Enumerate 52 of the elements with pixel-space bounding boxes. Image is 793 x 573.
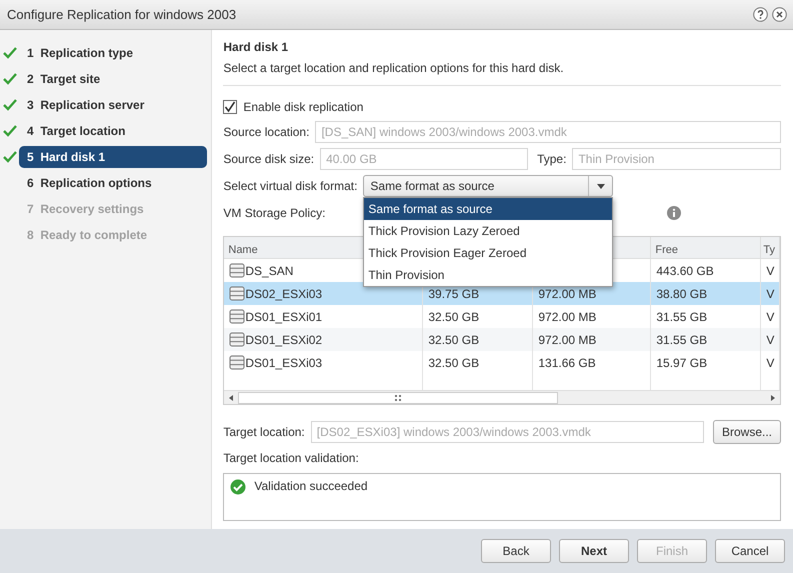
- field-label: Source disk size:: [223, 151, 314, 168]
- wizard-step[interactable]: 1 Replication type: [19, 42, 208, 64]
- field-label: Source location:: [223, 124, 310, 141]
- field-label: Type:: [537, 151, 566, 168]
- field-label: Select virtual disk format:: [223, 178, 358, 195]
- database-icon: [229, 332, 246, 347]
- table-row-name[interactable]: DS02_ESXi03: [224, 282, 424, 305]
- dropdown-option[interactable]: Same format as source: [364, 198, 612, 220]
- column-header[interactable]: Free: [651, 237, 762, 259]
- table-cell: V: [761, 282, 780, 305]
- table-cell: 32.50 GB: [423, 328, 534, 351]
- table-cell-text: DS01_ESXi01: [245, 308, 322, 326]
- database-icon: [229, 286, 246, 301]
- table-cell: V: [761, 328, 780, 351]
- info-icon[interactable]: [667, 206, 682, 220]
- wizard-step[interactable]: 3 Replication server: [19, 94, 208, 116]
- disk-format-dropdown[interactable]: Same format as source: [363, 175, 614, 197]
- horizontal-scrollbar[interactable]: [224, 390, 780, 404]
- caret-icon: [596, 184, 605, 188]
- table-cell: 972.00 MB: [533, 328, 652, 351]
- validation-message: Validation succeeded: [254, 478, 368, 495]
- table-row-name[interactable]: DS01_ESXi02: [224, 328, 424, 351]
- table-cell: 38.80 GB: [651, 282, 762, 305]
- browse-button[interactable]: Browse...: [712, 420, 781, 444]
- window-title: Configure Replication for windows 2003: [7, 6, 238, 24]
- wizard-button[interactable]: Cancel: [715, 539, 785, 563]
- database-icon: [229, 355, 246, 370]
- column-header[interactable]: Ty: [761, 237, 780, 259]
- wizard-step[interactable]: 5 Hard disk 1: [19, 146, 208, 168]
- field-label: VM Storage Policy:: [223, 205, 326, 222]
- database-icon: [229, 309, 246, 324]
- field-label: Target location validation:: [223, 450, 360, 467]
- page-subtitle: Select a target location and replication options for this hard disk.: [223, 60, 565, 77]
- database-icon: [229, 263, 246, 278]
- grip-icon[interactable]: [394, 394, 402, 400]
- table-cell-text: DS01_ESXi02: [245, 332, 322, 348]
- table-cell: 31.55 GB: [651, 328, 762, 351]
- table-cell-text: DS01_ESXi03: [245, 354, 322, 372]
- wizard-step[interactable]: 6 Replication options: [19, 172, 208, 194]
- checkbox-label: Enable disk replication: [243, 99, 364, 116]
- checkbox[interactable]: [223, 100, 238, 114]
- close-icon[interactable]: [772, 7, 787, 22]
- field-label: Target location:: [223, 424, 305, 441]
- page-title: Hard disk 1: [223, 39, 290, 56]
- table-cell-text: DS02_ESXi03: [245, 286, 322, 302]
- wizard-button[interactable]: Back: [481, 539, 551, 563]
- wizard-button[interactable]: Next: [559, 539, 629, 563]
- wizard-step[interactable]: 4 Target location: [19, 120, 208, 142]
- table-cell-text: DS_SAN: [245, 262, 294, 280]
- help-icon[interactable]: [753, 7, 768, 22]
- wizard-step[interactable]: 2 Target site: [19, 68, 208, 90]
- success-icon: [230, 478, 246, 495]
